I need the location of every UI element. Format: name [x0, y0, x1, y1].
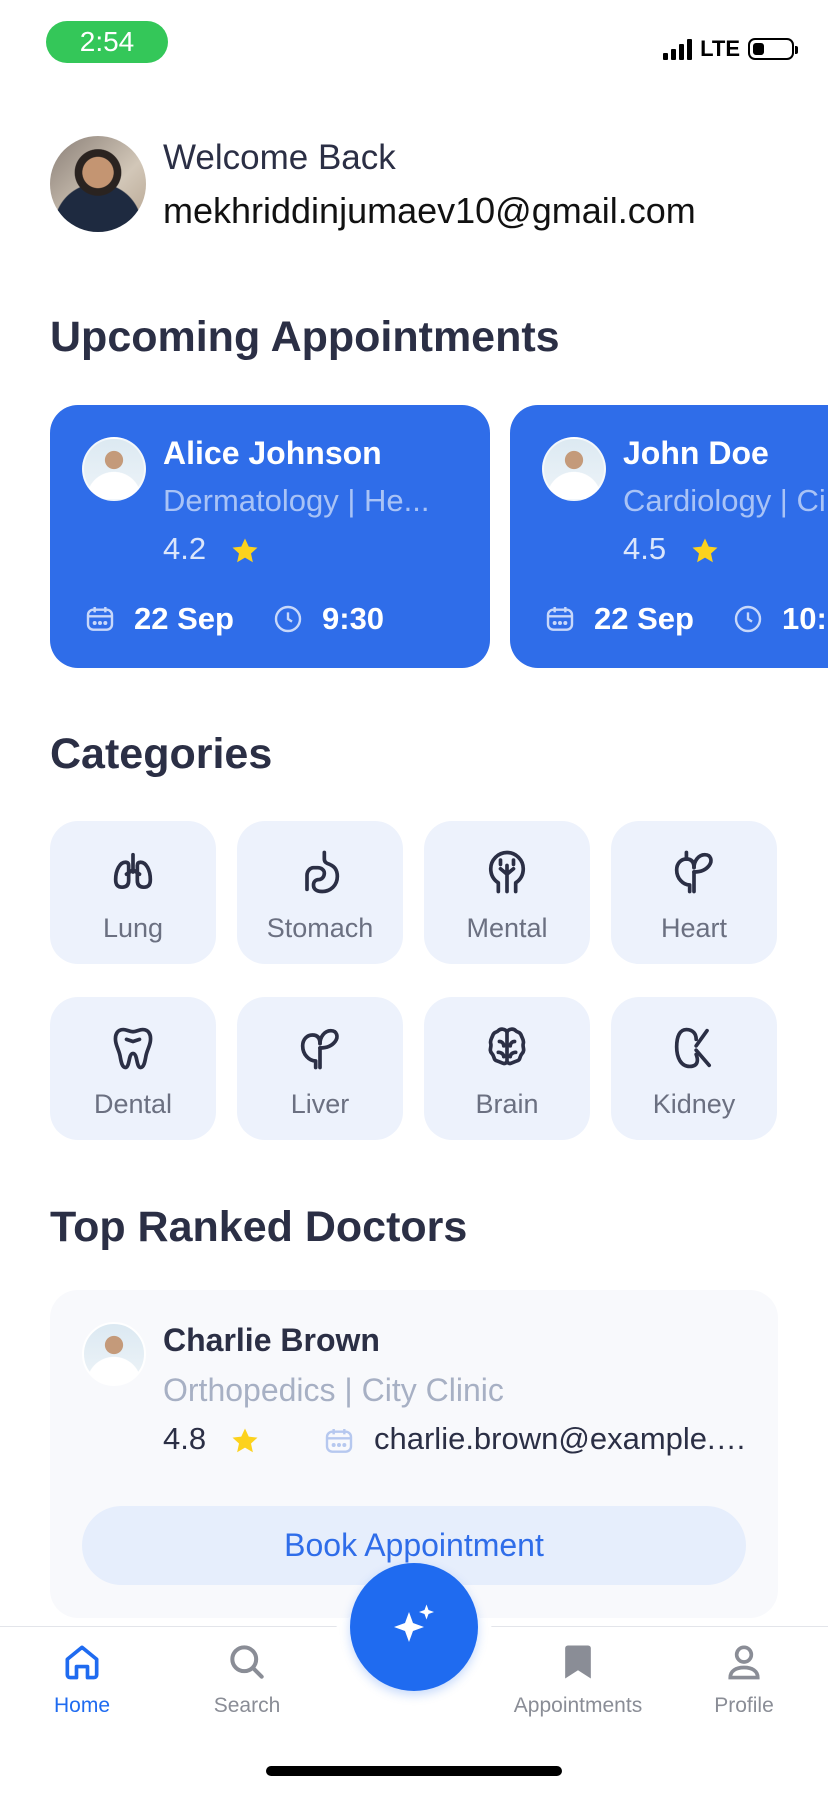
ai-assistant-button[interactable]: [350, 1563, 478, 1691]
doctor-email: charlie.brown@example.com: [374, 1421, 754, 1456]
category-brain[interactable]: Brain: [424, 997, 590, 1140]
upcoming-title: Upcoming Appointments: [50, 313, 560, 361]
calendar-icon: [546, 607, 574, 631]
doctor-specialty: Orthopedics | City Clinic: [163, 1372, 504, 1408]
kidney-icon: [674, 1027, 712, 1069]
lung-icon: [113, 852, 153, 890]
category-label: Brain: [475, 1089, 539, 1119]
tooth-icon: [113, 1027, 153, 1070]
nav-home[interactable]: Home: [32, 1640, 132, 1718]
profile-icon: [728, 1645, 760, 1680]
category-label: Heart: [660, 913, 728, 943]
heart-organ-icon: [674, 850, 713, 894]
calendar-icon: [325, 1429, 353, 1453]
category-liver[interactable]: Liver: [237, 997, 403, 1140]
nav-label: Home: [53, 1694, 111, 1717]
nav-appointments[interactable]: Appointments: [498, 1640, 658, 1718]
doctor-name: Charlie Brown: [163, 1322, 380, 1358]
calendar-icon: [86, 607, 114, 631]
appointment-card[interactable]: Alice Johnson Dermatology | He... 4.2 22…: [50, 405, 490, 668]
doctor-avatar: [82, 1322, 146, 1386]
top-doctors-title: Top Ranked Doctors: [50, 1203, 468, 1251]
appointment-time: 9:30: [322, 601, 385, 636]
category-label: Stomach: [266, 913, 374, 943]
home-indicator: [266, 1766, 562, 1776]
star-icon: [232, 1428, 258, 1453]
appointment-date: 22 Sep: [134, 601, 234, 636]
doctor-avatar: [82, 437, 146, 501]
appointment-specialty: Cardiology | Ci: [623, 483, 826, 518]
appointment-specialty: Dermatology | He...: [163, 483, 430, 518]
appointment-time: 10:: [782, 601, 827, 636]
nav-label: Search: [213, 1694, 281, 1717]
category-mental[interactable]: Mental: [424, 821, 590, 964]
categories-title: Categories: [50, 730, 273, 778]
user-avatar[interactable]: [50, 136, 146, 232]
welcome-text: Welcome Back: [163, 138, 396, 177]
category-stomach[interactable]: Stomach: [237, 821, 403, 964]
appointment-doctor-name: John Doe: [623, 435, 769, 471]
nav-label: Profile: [714, 1694, 774, 1717]
clock-icon: [734, 605, 762, 633]
battery-icon: [748, 38, 798, 60]
sparkles-icon: [394, 1604, 434, 1642]
signal-icon: [663, 38, 693, 60]
nav-label: Appointments: [513, 1694, 643, 1717]
category-label: Lung: [102, 913, 164, 943]
nav-search[interactable]: Search: [197, 1640, 297, 1718]
brain-icon: [488, 1027, 526, 1066]
star-icon: [232, 538, 258, 563]
star-icon: [692, 538, 718, 563]
category-label: Liver: [290, 1089, 350, 1119]
category-lung[interactable]: Lung: [50, 821, 216, 964]
clock-icon: [274, 605, 302, 633]
category-kidney[interactable]: Kidney: [611, 997, 777, 1140]
search-icon: [230, 1645, 264, 1679]
appointment-doctor-name: Alice Johnson: [163, 435, 382, 471]
category-dental[interactable]: Dental: [50, 997, 216, 1140]
appointment-rating: 4.5: [623, 531, 667, 566]
liver-icon: [300, 1028, 339, 1070]
status-time: 2:54: [46, 21, 168, 63]
nav-profile[interactable]: Profile: [694, 1640, 794, 1718]
doctor-avatar: [542, 437, 606, 501]
category-heart[interactable]: Heart: [611, 821, 777, 964]
status-indicators: LTE: [663, 36, 798, 62]
appointment-rating: 4.2: [163, 531, 207, 566]
category-label: Dental: [93, 1089, 173, 1119]
mental-icon: [488, 850, 526, 894]
category-label: Mental: [466, 913, 548, 943]
network-label: LTE: [700, 36, 740, 61]
stomach-icon: [305, 850, 340, 894]
user-email: mekhriddinjumaev10@gmail.com: [163, 190, 696, 231]
bookmark-icon: [565, 1645, 591, 1679]
home-icon: [65, 1645, 99, 1680]
category-label: Kidney: [652, 1089, 736, 1119]
doctor-rating: 4.8: [163, 1421, 207, 1456]
appointment-card[interactable]: John Doe Cardiology | Ci 4.5 22 Sep 10:: [510, 405, 828, 668]
appointment-date: 22 Sep: [594, 601, 694, 636]
